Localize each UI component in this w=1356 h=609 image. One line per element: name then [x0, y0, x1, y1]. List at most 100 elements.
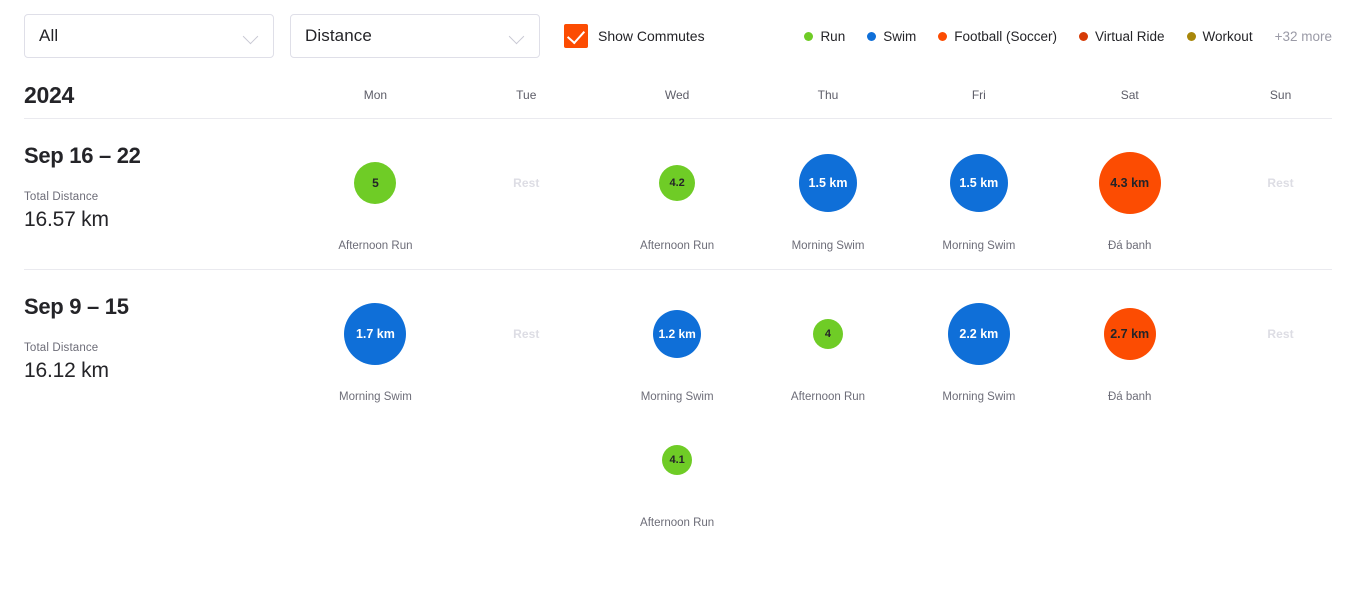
- empty-day-cell: [753, 420, 904, 546]
- weekday-thu: Thu: [753, 88, 904, 102]
- bubble-zone: [1205, 420, 1356, 500]
- activity-bubble[interactable]: 1.7 km: [344, 303, 407, 365]
- legend-label: Workout: [1202, 28, 1253, 44]
- rest-day-cell: Rest: [451, 294, 602, 420]
- activity-bubble[interactable]: 1.5 km: [798, 154, 857, 212]
- bubble-zone: [903, 420, 1054, 500]
- activity-name[interactable]: Afternoon Run: [640, 240, 714, 252]
- activity-day-cell: 1.7 km Morning Swim: [300, 294, 451, 420]
- legend-label: Football (Soccer): [954, 28, 1057, 44]
- sport-filter-value: All: [39, 26, 59, 45]
- activity-bubble[interactable]: 4: [812, 319, 843, 349]
- activity-day-cell: 2.2 km Morning Swim: [903, 294, 1054, 420]
- bubble-zone: 4.3 km: [1054, 143, 1205, 223]
- bubble-zone: [451, 420, 602, 500]
- activity-name[interactable]: Morning Swim: [942, 240, 1015, 252]
- activity-name[interactable]: Morning Swim: [792, 240, 865, 252]
- empty-day-cell: [1205, 420, 1356, 546]
- bubble-zone: 1.7 km: [300, 294, 451, 374]
- legend-more-link[interactable]: +32 more: [1275, 29, 1332, 44]
- activity-day-cell: 2.7 km Đá banh: [1054, 294, 1205, 420]
- rest-day-cell: Rest: [1205, 294, 1356, 420]
- activity-day-cell: 4.2 Afternoon Run: [602, 143, 753, 269]
- bubble-zone: 1.2 km: [602, 294, 753, 374]
- weekday-label: Wed: [664, 88, 690, 102]
- bubble-zone: Rest: [1205, 143, 1356, 223]
- legend-item-virtual-ride[interactable]: Virtual Ride: [1079, 29, 1165, 44]
- bubble-zone: 1.5 km: [753, 143, 904, 223]
- activity-bubble[interactable]: 4.1: [662, 445, 693, 475]
- activity-bubble[interactable]: 5: [354, 162, 397, 204]
- activity-bubble[interactable]: 1.2 km: [653, 310, 702, 358]
- rest-day-cell: Rest: [451, 143, 602, 269]
- activity-name[interactable]: Morning Swim: [339, 391, 412, 403]
- bubble-zone: Rest: [451, 143, 602, 223]
- legend-item-football[interactable]: Football (Soccer): [938, 29, 1057, 44]
- activity-row: 5 Afternoon Run Rest 4.2 Afternoon Run 1.5 km…: [300, 143, 1356, 269]
- weekday-label: Sat: [1120, 88, 1139, 102]
- filter-toolbar: All Distance Show Commutes Run Swim Foot…: [0, 0, 1356, 72]
- weeks-container: Sep 16 – 22 Total Distance 16.57 km 5 Aftern…: [0, 119, 1356, 546]
- metric-filter-select[interactable]: Distance: [290, 14, 540, 58]
- activity-bubble[interactable]: 2.7 km: [1103, 308, 1156, 360]
- page-title: 2024: [24, 81, 74, 108]
- bubble-zone: 4.1: [602, 420, 753, 500]
- legend-item-swim[interactable]: Swim: [867, 29, 916, 44]
- weekday-wed: Wed: [602, 88, 753, 102]
- weekday-fri: Fri: [903, 88, 1054, 102]
- weekday-label: Tue: [516, 88, 537, 102]
- legend-dot-icon: [804, 31, 814, 41]
- weekday-tue: Tue: [451, 88, 602, 102]
- empty-day-cell: [1054, 420, 1205, 546]
- weekday-label: Thu: [817, 88, 839, 102]
- rest-label: Rest: [513, 176, 540, 190]
- activity-bubble[interactable]: 4.3 km: [1098, 152, 1161, 214]
- activity-bubble[interactable]: 2.2 km: [947, 303, 1010, 365]
- activity-day-cell: 1.5 km Morning Swim: [753, 143, 904, 269]
- empty-day-cell: [300, 420, 451, 546]
- legend-dot-icon: [1186, 31, 1196, 41]
- activity-day-cell: 4.1 Afternoon Run: [602, 420, 753, 546]
- activity-type-legend: Run Swim Football (Soccer) Virtual Ride …: [804, 0, 1332, 72]
- week-block: Sep 16 – 22 Total Distance 16.57 km 5 Aftern…: [0, 119, 1356, 269]
- total-distance-value: 16.57 km: [24, 208, 109, 231]
- week-range: Sep 16 – 22: [24, 143, 141, 168]
- rest-label: Rest: [1267, 327, 1294, 341]
- activity-name[interactable]: Morning Swim: [942, 391, 1015, 403]
- activity-day-cell: 4.3 km Đá banh: [1054, 143, 1205, 269]
- check-icon[interactable]: [564, 24, 588, 48]
- empty-day-cell: [451, 420, 602, 546]
- bubble-zone: Rest: [1205, 294, 1356, 374]
- activity-bubble[interactable]: 1.5 km: [949, 154, 1008, 212]
- legend-item-workout[interactable]: Workout: [1186, 28, 1253, 44]
- activity-day-cell: 1.2 km Morning Swim: [602, 294, 753, 420]
- legend-label: Run: [820, 28, 846, 44]
- legend-label: Swim: [883, 28, 917, 44]
- activity-name[interactable]: Afternoon Run: [640, 517, 714, 529]
- activity-day-cell: 4 Afternoon Run: [753, 294, 904, 420]
- legend-item-run[interactable]: Run: [804, 29, 845, 44]
- bubble-zone: 2.2 km: [903, 294, 1054, 374]
- activity-day-cell: 1.5 km Morning Swim: [903, 143, 1054, 269]
- week-range: Sep 9 – 15: [24, 294, 129, 319]
- activity-name[interactable]: Morning Swim: [641, 391, 714, 403]
- legend-dot-icon: [1079, 31, 1088, 41]
- activity-name[interactable]: Đá banh: [1108, 391, 1151, 403]
- sport-filter-select[interactable]: All: [24, 14, 274, 58]
- bubble-zone: 5: [300, 143, 451, 223]
- rest-label: Rest: [1267, 176, 1294, 190]
- show-commutes-toggle[interactable]: Show Commutes: [564, 24, 705, 48]
- activity-name[interactable]: Đá banh: [1108, 240, 1151, 252]
- chevron-down-icon: [243, 28, 259, 44]
- week-summary: Sep 9 – 15 Total Distance 16.12 km: [0, 294, 300, 546]
- bubble-zone: 4.2: [602, 143, 753, 223]
- activity-day-cell: 5 Afternoon Run: [300, 143, 451, 269]
- legend-label: Virtual Ride: [1095, 28, 1165, 44]
- activity-bubble[interactable]: 4.2: [659, 165, 696, 201]
- rest-label: Rest: [513, 327, 540, 341]
- activity-row: 1.7 km Morning Swim Rest 1.2 km Morning Swim…: [300, 294, 1356, 420]
- weekday-sun: Sun: [1205, 88, 1356, 102]
- activity-name[interactable]: Afternoon Run: [791, 391, 865, 403]
- activity-name[interactable]: Afternoon Run: [338, 240, 412, 252]
- weekday-label: Mon: [363, 88, 388, 102]
